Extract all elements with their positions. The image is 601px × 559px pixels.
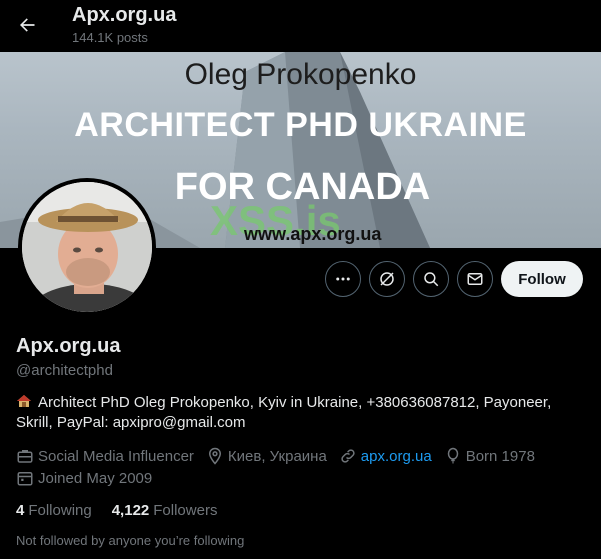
meta-website[interactable]: apx.org.ua bbox=[339, 447, 432, 465]
banner-url-text: www.apx.org.ua bbox=[244, 224, 382, 244]
search-button[interactable] bbox=[413, 261, 449, 297]
back-button[interactable] bbox=[10, 8, 44, 42]
bio-text: Architect PhD Oleg Prokopenko, Kyiv in U… bbox=[16, 394, 552, 431]
link-icon bbox=[341, 449, 355, 463]
profile-meta-row-1: Social Media Influencer Киев, Украина ap… bbox=[16, 447, 547, 465]
header-title: Apx.org.ua bbox=[72, 4, 177, 26]
location-pin-icon bbox=[208, 447, 221, 465]
joined-text: Joined May 2009 bbox=[38, 469, 153, 487]
balloon-icon bbox=[447, 447, 458, 464]
back-arrow-icon bbox=[20, 18, 35, 32]
search-icon bbox=[424, 272, 439, 287]
banner-headline: ARCHITECT PHD UKRAINE bbox=[74, 106, 527, 144]
banner-name-text: Oleg Prokopenko bbox=[184, 58, 417, 91]
more-options-button[interactable] bbox=[325, 261, 361, 297]
message-button[interactable] bbox=[457, 261, 493, 297]
followers-count: 4,122 bbox=[111, 502, 150, 519]
follow-button[interactable]: Follow bbox=[501, 261, 583, 297]
website-link[interactable]: apx.org.ua bbox=[361, 448, 432, 465]
meta-birth: Born 1978 bbox=[444, 447, 535, 465]
post-count: 144.1K posts bbox=[72, 30, 148, 45]
avatar-photo bbox=[22, 182, 152, 312]
following-count: 4 bbox=[16, 502, 25, 519]
calendar-icon bbox=[17, 472, 33, 486]
location-text: Киев, Украина bbox=[227, 447, 327, 465]
briefcase-icon bbox=[17, 450, 33, 463]
birth-text: Born 1978 bbox=[465, 447, 535, 465]
avatar-portrait-image bbox=[22, 182, 152, 312]
profile-bio: Architect PhD Oleg Prokopenko, Kyiv in U… bbox=[16, 393, 586, 433]
more-icon bbox=[336, 277, 350, 281]
followers-label: Followers bbox=[153, 502, 218, 519]
follow-counts: 4 Following 4,122 Followers bbox=[16, 502, 237, 519]
envelope-icon bbox=[467, 273, 483, 285]
meta-joined: Joined May 2009 bbox=[16, 469, 152, 487]
meta-location: Киев, Украина bbox=[206, 447, 327, 465]
grok-button[interactable] bbox=[369, 261, 405, 297]
profile-name: Apx.org.ua bbox=[16, 335, 121, 357]
house-icon bbox=[17, 395, 31, 407]
following-label: Following bbox=[28, 502, 92, 519]
profile-meta-row-2: Joined May 2009 bbox=[16, 469, 164, 487]
grok-icon bbox=[380, 272, 394, 286]
category-text: Social Media Influencer bbox=[38, 447, 194, 465]
followers-link[interactable]: 4,122 Followers bbox=[112, 502, 218, 519]
top-bar: Apx.org.ua 144.1K posts bbox=[0, 0, 601, 52]
following-link[interactable]: 4 Following bbox=[16, 502, 92, 519]
meta-category: Social Media Influencer bbox=[16, 447, 194, 465]
avatar[interactable] bbox=[18, 178, 156, 316]
profile-handle: @architectphd bbox=[16, 362, 113, 379]
social-context-text: Not followed by anyone you’re following bbox=[16, 533, 245, 548]
